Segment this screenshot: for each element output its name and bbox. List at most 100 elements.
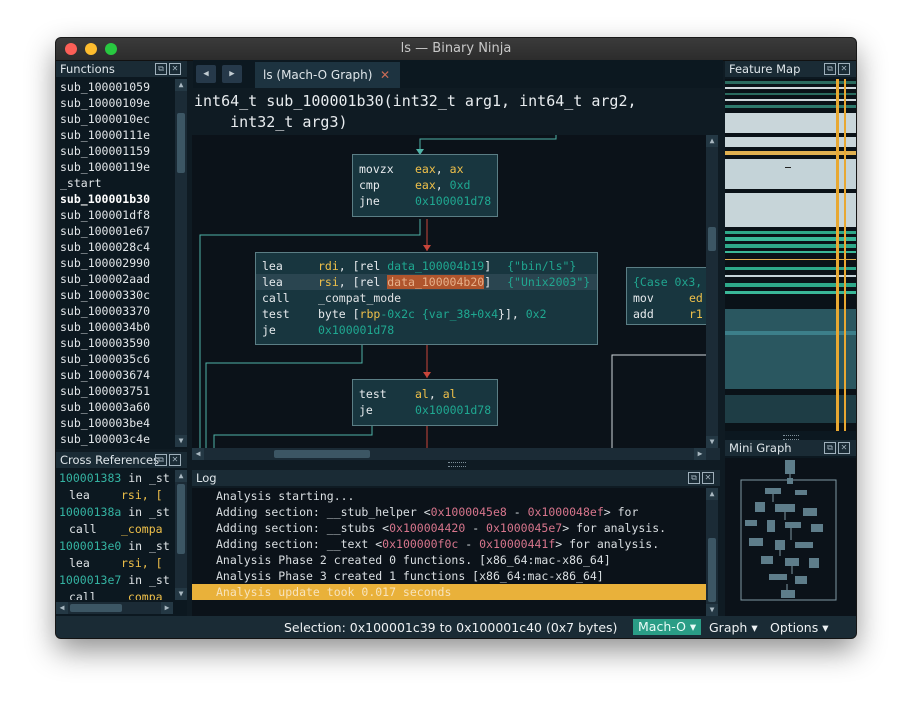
graph-view[interactable]: movzx eax, ax cmp eax, 0xd jne 0x100001d78 …	[192, 135, 706, 448]
function-list-item[interactable]: sub_1000028c4	[56, 239, 173, 255]
basic-block-2[interactable]: lea rdi, [rel data_100004b19] {"bin/ls"} l…	[255, 252, 598, 345]
function-list-item[interactable]: sub_1000035c6	[56, 351, 173, 367]
back-button[interactable]: ◀	[196, 65, 216, 83]
function-list-item[interactable]: sub_100001159	[56, 143, 173, 159]
undock-icon[interactable]: ⧉	[824, 63, 836, 75]
asm-line[interactable]: test byte [rbp-0x2c {var_38+0x4}], 0x2	[256, 306, 597, 322]
branch-target[interactable]: 0x100001d78	[318, 323, 394, 337]
scroll-left-icon[interactable]: ◀	[192, 448, 204, 460]
asm-line[interactable]: movzx eax, ax	[353, 161, 497, 177]
close-icon[interactable]: ✕	[838, 442, 850, 454]
function-list-item[interactable]: sub_100003a60	[56, 399, 173, 415]
scroll-up-icon[interactable]: ▲	[175, 470, 187, 482]
function-list-item[interactable]: sub_100003be4	[56, 415, 173, 431]
xref-entry[interactable]: 10000138a in _st	[56, 504, 173, 521]
function-list-item[interactable]: sub_100003590	[56, 335, 173, 351]
function-list-item[interactable]: sub_100003c4e	[56, 431, 173, 447]
xref-hscrollbar[interactable]: ◀ ▶	[56, 602, 173, 614]
scroll-up-icon[interactable]: ▲	[706, 488, 718, 500]
function-list-item[interactable]: sub_1000010ec	[56, 111, 173, 127]
function-list-item[interactable]: sub_10000119e	[56, 159, 173, 175]
function-list-item[interactable]: sub_100001df8	[56, 207, 173, 223]
branch-target[interactable]: 0x100001d78	[415, 403, 491, 417]
function-list-item[interactable]: sub_100002aad	[56, 271, 173, 287]
scroll-thumb[interactable]	[274, 450, 370, 458]
scroll-down-icon[interactable]: ▼	[706, 604, 718, 616]
function-list-item[interactable]: sub_100001059	[56, 79, 173, 95]
function-list-item[interactable]: sub_10000109e	[56, 95, 173, 111]
asm-line[interactable]: test al, al	[353, 386, 497, 402]
function-list-item[interactable]: sub_100001e67	[56, 223, 173, 239]
undock-icon[interactable]: ⧉	[155, 63, 167, 75]
asm-line[interactable]: je 0x100001d78	[256, 322, 597, 338]
asm-line-selected[interactable]: lea rsi, [rel data_100004b20] {"Unix2003"}	[256, 274, 597, 290]
asm-line[interactable]: lea rdi, [rel data_100004b19] {"bin/ls"}	[256, 258, 597, 274]
close-icon[interactable]: ✕	[702, 472, 714, 484]
function-list-item[interactable]: _start	[56, 175, 173, 191]
xref-entry[interactable]: 1000013e7 in _st	[56, 572, 173, 589]
data-reference[interactable]: data_100004b19	[387, 259, 484, 273]
function-list-item[interactable]: sub_100003370	[56, 303, 173, 319]
xref-entry[interactable]: 100001383 in _st	[56, 470, 173, 487]
graph-hscrollbar[interactable]: ◀ ▶	[192, 448, 720, 460]
log-scrollbar[interactable]: ▲ ▼	[706, 488, 718, 616]
asm-line[interactable]: cmp eax, 0xd	[353, 177, 497, 193]
asm-line[interactable]: mov ed	[627, 290, 706, 306]
close-icon[interactable]: ✕	[169, 454, 181, 466]
data-reference-highlighted[interactable]: data_100004b20	[387, 275, 485, 289]
function-list-item[interactable]: sub_10000330c	[56, 287, 173, 303]
xref-instruction[interactable]: call _compa	[56, 589, 173, 600]
tab-mach-o-graph[interactable]: ls (Mach-O Graph) ✕	[255, 62, 400, 88]
basic-block-4[interactable]: {Case 0x3, mov ed add r1	[626, 267, 706, 325]
function-list-item[interactable]: sub_100001b30	[56, 191, 173, 207]
scroll-right-icon[interactable]: ▶	[694, 448, 706, 460]
close-icon[interactable]: ✕	[169, 63, 181, 75]
function-list-item[interactable]: sub_10000111e	[56, 127, 173, 143]
xref-instruction[interactable]: call _compa	[56, 521, 173, 538]
mini-graph[interactable]	[725, 458, 856, 616]
branch-target[interactable]: 0x100001d78	[415, 194, 491, 208]
undock-icon[interactable]: ⧉	[824, 442, 836, 454]
forward-button[interactable]: ▶	[222, 65, 242, 83]
scroll-right-icon[interactable]: ▶	[161, 602, 173, 614]
view-type-dropdown[interactable]: Mach-O ▾	[633, 619, 702, 635]
call-target[interactable]: _compat_mode	[318, 291, 401, 305]
xref-vscrollbar[interactable]: ▲ ▼	[175, 470, 187, 600]
scroll-up-icon[interactable]: ▲	[706, 135, 718, 147]
asm-line[interactable]: call _compat_mode	[256, 290, 597, 306]
undock-icon[interactable]: ⧉	[688, 472, 700, 484]
scroll-left-icon[interactable]: ◀	[56, 602, 68, 614]
scroll-thumb[interactable]	[70, 604, 122, 612]
function-signature[interactable]: int64_t sub_100001b30(int32_t arg1, int6…	[194, 91, 637, 133]
scroll-down-icon[interactable]: ▼	[175, 435, 187, 447]
scroll-thumb[interactable]	[177, 484, 185, 554]
xref-instruction[interactable]: lea rsi, [	[56, 487, 173, 504]
xref-instruction[interactable]: lea rsi, [	[56, 555, 173, 572]
function-list-item[interactable]: sub_1000034b0	[56, 319, 173, 335]
undock-icon[interactable]: ⧉	[155, 454, 167, 466]
scroll-up-icon[interactable]: ▲	[175, 79, 187, 91]
asm-line[interactable]: add r1	[627, 306, 706, 322]
close-tab-icon[interactable]: ✕	[380, 62, 390, 88]
scroll-thumb[interactable]	[708, 538, 716, 602]
feature-map[interactable]	[725, 79, 856, 431]
scroll-thumb[interactable]	[177, 113, 185, 173]
log-panel[interactable]: Analysis starting... Adding section: __st…	[192, 488, 706, 616]
basic-block-1[interactable]: movzx eax, ax cmp eax, 0xd jne 0x100001d78	[352, 154, 498, 217]
function-list-item[interactable]: sub_100003751	[56, 383, 173, 399]
functions-scrollbar[interactable]: ▲ ▼	[175, 79, 187, 447]
scroll-thumb[interactable]	[708, 227, 716, 251]
graph-mode-dropdown[interactable]: Graph ▾	[709, 620, 758, 635]
function-list-item[interactable]: sub_100002990	[56, 255, 173, 271]
scroll-down-icon[interactable]: ▼	[706, 436, 718, 448]
scroll-down-icon[interactable]: ▼	[175, 588, 187, 600]
graph-vscrollbar[interactable]: ▲ ▼	[706, 135, 718, 448]
options-dropdown[interactable]: Options ▾	[770, 620, 828, 635]
function-list-item[interactable]: sub_100003674	[56, 367, 173, 383]
asm-line[interactable]: je 0x100001d78	[353, 402, 497, 418]
splitter-handle[interactable]	[448, 462, 466, 467]
basic-block-3[interactable]: test al, al je 0x100001d78	[352, 379, 498, 426]
close-icon[interactable]: ✕	[838, 63, 850, 75]
xref-entry[interactable]: 1000013e0 in _st	[56, 538, 173, 555]
asm-line[interactable]: jne 0x100001d78	[353, 193, 497, 209]
